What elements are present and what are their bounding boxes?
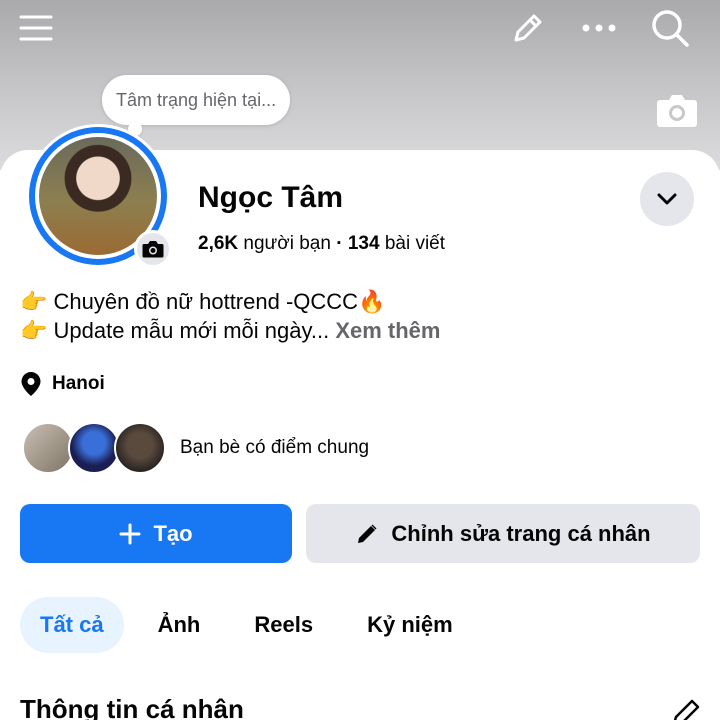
stats-separator: · <box>336 233 343 254</box>
section-title: Thông tin cá nhân <box>20 694 244 720</box>
mood-bubble[interactable]: Tâm trạng hiện tại... <box>102 75 291 125</box>
bio-line-2: 👉 Update mẫu mới mỗi ngày... Xem thêm <box>20 318 440 344</box>
profile-name: Ngọc Tâm <box>198 181 344 214</box>
tab-reels[interactable]: Reels <box>234 597 333 653</box>
location-text: Hanoi <box>52 373 105 394</box>
edit-icon[interactable] <box>506 6 550 50</box>
bio-line-1: 👉 Chuyên đồ nữ hottrend -QCCC🔥 <box>20 289 386 314</box>
profile-tabs: Tất cả Ảnh Reels Kỷ niệm <box>20 597 487 653</box>
bio-line-2-text: 👉 Update mẫu mới mỗi ngày... <box>20 318 330 343</box>
location: Hanoi <box>20 371 105 397</box>
mutual-friends-label[interactable]: Bạn bè có điểm chung <box>180 437 369 459</box>
more-icon[interactable] <box>577 6 621 50</box>
section-edit-icon[interactable] <box>668 696 702 720</box>
friend-avatar[interactable] <box>22 422 74 474</box>
friends-label[interactable]: người bạn <box>243 233 331 254</box>
tab-memories[interactable]: Kỷ niệm <box>347 597 473 653</box>
friend-avatar[interactable] <box>68 422 120 474</box>
posts-label: bài viết <box>384 233 446 254</box>
profile-stats: 2,6K người bạn · 134 bài viết <box>198 233 445 255</box>
menu-icon[interactable] <box>14 6 58 50</box>
friend-avatar[interactable] <box>114 422 166 474</box>
top-bar <box>0 0 720 56</box>
chevron-down-icon <box>657 193 677 205</box>
edit-profile-button[interactable]: Chỉnh sửa trang cá nhân <box>306 504 700 563</box>
tab-all[interactable]: Tất cả <box>20 597 124 653</box>
plus-icon <box>119 523 141 544</box>
create-button-label: Tạo <box>153 520 193 546</box>
location-pin-icon <box>21 372 41 396</box>
friends-count[interactable]: 2,6K <box>198 233 238 254</box>
pencil-icon <box>358 524 377 543</box>
cover-camera-icon[interactable] <box>656 92 698 128</box>
tab-photos[interactable]: Ảnh <box>138 597 221 653</box>
create-button[interactable]: Tạo <box>20 504 292 563</box>
mood-placeholder: Tâm trạng hiện tại... <box>116 89 277 110</box>
posts-count: 134 <box>347 233 380 254</box>
mutual-friends[interactable]: Bạn bè có điểm chung <box>22 422 369 474</box>
see-more-link[interactable]: Xem thêm <box>335 318 440 343</box>
edit-profile-label: Chỉnh sửa trang cá nhân <box>391 520 651 546</box>
search-icon[interactable] <box>648 6 692 50</box>
avatar-camera-icon[interactable] <box>134 230 172 268</box>
profile-dropdown-button[interactable] <box>640 172 694 226</box>
